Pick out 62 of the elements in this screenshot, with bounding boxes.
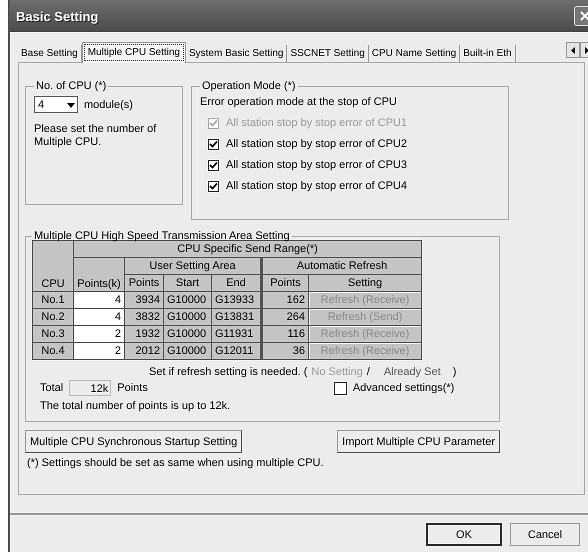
group-label: Operation Mode (*)	[201, 80, 297, 92]
legend-text: )	[452, 366, 456, 378]
cancel-button[interactable]: Cancel	[510, 523, 580, 546]
checkbox-label: All station stop by stop error of CPU1	[226, 117, 407, 129]
column-header: Setting	[308, 274, 422, 292]
window-title: Basic Setting	[16, 8, 98, 24]
table-cell: 116	[262, 326, 308, 342]
column-header: Points	[262, 274, 308, 292]
cpu-count-note: Please set the number of Multiple CPU.	[34, 123, 158, 149]
table-cell: G11931	[212, 326, 262, 342]
table-cell: G10000	[164, 342, 212, 360]
tab[interactable]: Multiple CPU Setting	[82, 42, 186, 63]
table-cell: 3934	[124, 292, 164, 308]
table-cell: 264	[262, 308, 308, 326]
total-field: 12k	[69, 380, 112, 396]
checkbox-label: All station stop by stop error of CPU3	[226, 159, 407, 171]
checkbox-label: All station stop by stop error of CPU2	[226, 138, 407, 150]
group-label: No. of CPU (*)	[35, 80, 108, 92]
table-cell: No.3	[32, 326, 74, 342]
group-label: Multiple CPU High Speed Transmission Area Setting	[33, 230, 291, 242]
total-label: Total	[40, 382, 64, 394]
already-set-label: Already Set	[384, 366, 441, 378]
table-cell: 2012	[124, 342, 164, 360]
table-cell: No.4	[32, 342, 74, 360]
cpu-count-dropdown[interactable]: 4	[34, 96, 78, 113]
points-input[interactable]: 4	[74, 308, 124, 326]
points-input[interactable]: 2	[74, 342, 124, 360]
points-note: The total number of points is up to 12k.	[40, 400, 232, 412]
checkbox-label: Advanced settings(*)	[352, 382, 454, 394]
separator: /	[366, 366, 370, 378]
table-cell: G13831	[212, 308, 262, 326]
table-cell: No.1	[32, 292, 74, 308]
checkbox-label: All station stop by stop error of CPU4	[226, 180, 407, 192]
column-header: Points	[124, 274, 164, 292]
table-cell: 1932	[124, 326, 164, 342]
operation-mode-caption: Error operation mode at the stop of CPU	[200, 96, 397, 108]
table-cell: 3832	[124, 308, 164, 326]
column-header: CPU	[32, 240, 74, 292]
unit-label: module(s)	[84, 98, 133, 110]
column-header: Points(k)	[74, 258, 124, 292]
action-button[interactable]: Multiple CPU Synchronous Startup Setting	[25, 430, 242, 453]
action-button[interactable]: Import Multiple CPU Parameter	[337, 430, 500, 453]
points-input[interactable]: 4	[74, 292, 124, 308]
table-cell: G10000	[164, 326, 212, 342]
table-cell: 36	[262, 342, 308, 360]
ok-button[interactable]: OK	[426, 523, 502, 546]
table-cell: G10000	[164, 292, 212, 308]
points-input[interactable]: 2	[74, 326, 124, 342]
table-cell: G12011	[212, 342, 262, 360]
table-cell: No.2	[32, 308, 74, 326]
column-header: Start	[164, 274, 212, 292]
column-header: CPU Specific Send Range(*)	[74, 240, 422, 258]
footnote: (*) Settings should be set as same when using multiple CPU.	[27, 457, 325, 469]
table-cell: G13933	[212, 292, 262, 308]
unit-label: Points	[117, 382, 148, 394]
table-cell: 162	[262, 292, 308, 308]
column-header: User Setting Area	[124, 258, 262, 274]
legend-text: Set if refresh setting is needed. (	[149, 366, 308, 378]
table-cell: G10000	[164, 308, 212, 326]
no-setting-label: No Setting	[311, 366, 363, 378]
column-header: Automatic Refresh	[262, 258, 422, 274]
column-header: End	[212, 274, 262, 292]
